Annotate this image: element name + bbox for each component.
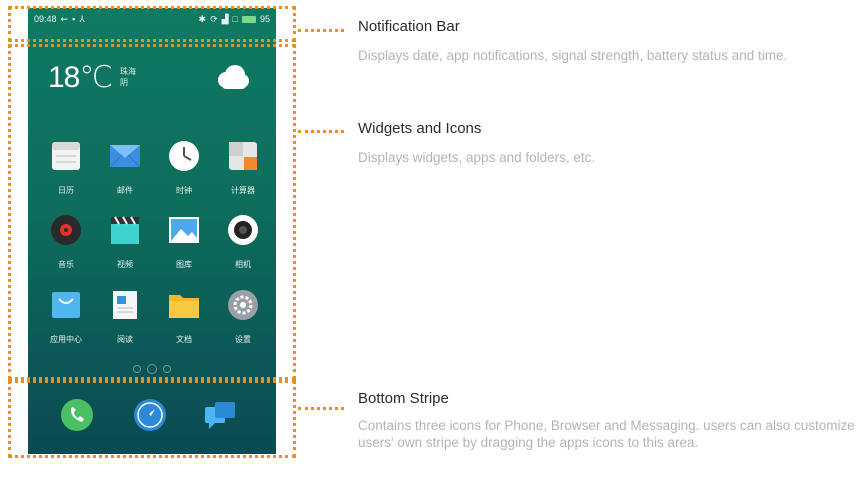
annotation-description: Displays widgets, apps and folders, etc. [358,150,596,165]
annotation-bottom-stripe: Bottom Stripe Contains three icons for P… [358,390,858,451]
annotation-description: Contains three icons for Phone, Browser … [358,418,855,450]
annotation-title: Bottom Stripe [358,390,449,407]
annotation-notification-bar: Notification Bar Displays date, app noti… [358,18,798,64]
notification-leader-line [298,29,344,32]
widgets-leader-line [298,130,344,133]
bottom-stripe-leader-line [298,407,344,410]
annotation-title: Notification Bar [358,18,460,35]
notification-bar-highlight [8,6,296,42]
bottom-stripe-highlight [8,380,296,458]
widgets-icons-highlight [8,44,296,380]
annotation-widgets-icons: Widgets and Icons Displays widgets, apps… [358,120,866,166]
annotation-description: Displays date, app notifications, signal… [358,48,788,63]
annotation-title: Widgets and Icons [358,120,482,137]
